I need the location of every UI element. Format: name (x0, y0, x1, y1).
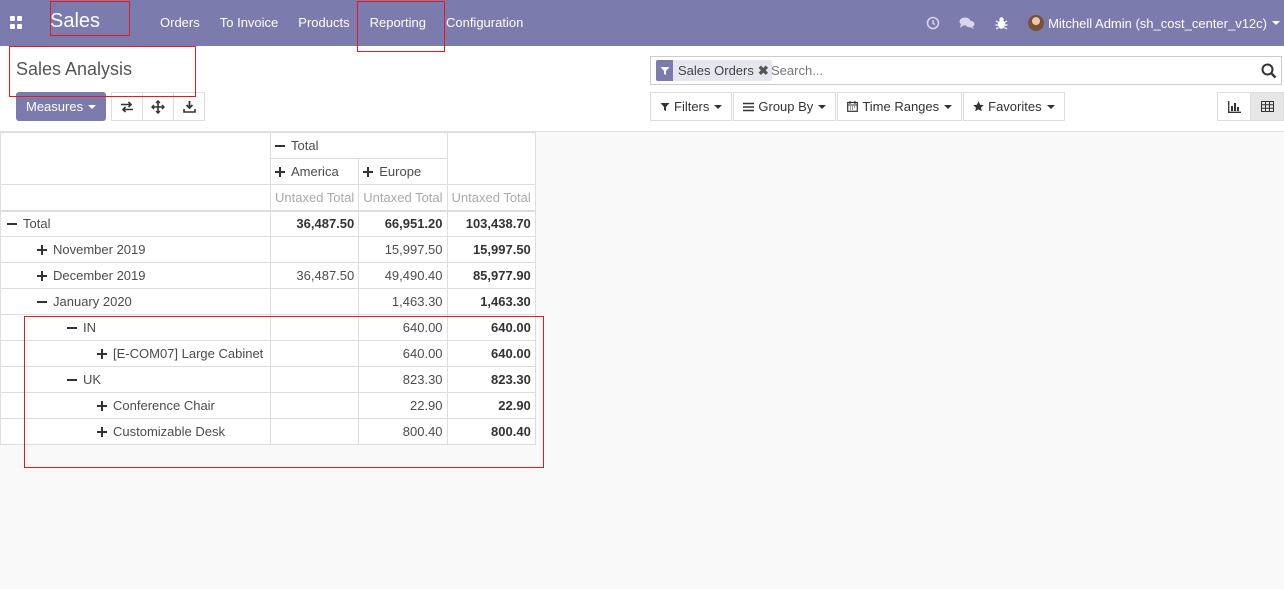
search-bar: Sales Orders ✖ (650, 56, 1282, 85)
highlight-box-brand (50, 1, 130, 36)
cell-america[interactable] (269, 236, 360, 263)
expand-icon (37, 245, 47, 255)
facet-label: Sales Orders (678, 63, 754, 78)
apps-menu-icon[interactable] (10, 16, 23, 29)
collapse-icon (37, 297, 47, 307)
chat-icon[interactable] (950, 0, 984, 46)
search-input[interactable] (771, 57, 1251, 84)
col-header-america[interactable]: America (269, 158, 360, 185)
group-by-label: Group By (758, 99, 814, 114)
chevron-down-icon (1046, 104, 1055, 109)
cell-europe[interactable]: 15,997.50 (358, 236, 448, 263)
highlight-box-rows (24, 316, 544, 468)
pivot-row: January 2020 1,463.30 1,463.30 (0, 288, 536, 315)
measures-label: Measures (26, 99, 84, 114)
chevron-down-icon (944, 104, 953, 109)
cell-america[interactable]: 36,487.50 (269, 210, 360, 237)
cell-total[interactable]: 1,463.30 (446, 288, 536, 315)
menu-products[interactable]: Products (288, 0, 359, 46)
graph-view-button[interactable] (1217, 92, 1251, 121)
cell-total[interactable]: 15,997.50 (446, 236, 536, 263)
bar-chart-icon (1227, 100, 1241, 113)
chevron-down-icon (818, 104, 827, 109)
time-ranges-label: Time Ranges (862, 99, 940, 114)
menu-to-invoice[interactable]: To Invoice (210, 0, 289, 46)
avatar (1028, 15, 1045, 31)
expand-icon (37, 271, 47, 281)
cell-europe[interactable]: 49,490.40 (358, 262, 448, 289)
star-icon (973, 101, 984, 112)
row-header[interactable]: January 2020 (0, 288, 271, 315)
cell-total[interactable]: 103,438.70 (446, 210, 536, 237)
measure-header[interactable]: Untaxed Total (446, 184, 536, 211)
user-menu[interactable]: Mitchell Admin (sh_cost_center_v12c) (1018, 15, 1284, 31)
exchange-icon (121, 100, 133, 113)
arrows-icon (151, 99, 165, 114)
pivot-view-button[interactable] (1250, 92, 1284, 121)
calendar-icon (847, 101, 859, 112)
row-header-label: November 2019 (53, 242, 146, 257)
chevron-down-icon (1272, 21, 1280, 25)
menu-orders[interactable]: Orders (150, 0, 210, 46)
filter-icon (660, 102, 670, 111)
pivot-corner-measure (0, 184, 271, 211)
cell-europe[interactable]: 66,951.20 (358, 210, 448, 237)
col-header-total[interactable]: Total (270, 132, 448, 159)
pivot-row: Total 36,487.50 66,951.20 103,438.70 (0, 210, 536, 237)
collapse-icon (275, 141, 285, 151)
filters-label: Filters (674, 99, 710, 114)
row-header[interactable]: Total (0, 210, 271, 237)
search-options: Filters Group By Time Ranges Favorites (650, 92, 1066, 121)
systray: Mitchell Admin (sh_cost_center_v12c) (916, 0, 1284, 46)
row-header[interactable]: November 2019 (0, 236, 271, 263)
cell-america[interactable]: 36,487.50 (269, 262, 360, 289)
favorites-button[interactable]: Favorites (963, 92, 1065, 121)
cell-europe[interactable]: 1,463.30 (358, 288, 448, 315)
col-header-blank (446, 132, 536, 185)
row-header-label: January 2020 (53, 294, 132, 309)
menu-configuration[interactable]: Configuration (436, 0, 533, 46)
row-header[interactable]: December 2019 (0, 262, 271, 289)
measure-header[interactable]: Untaxed Total (358, 184, 448, 211)
expand-icon (363, 167, 374, 177)
chevron-down-icon (714, 104, 723, 109)
top-navbar: Sales Orders To Invoice Products Reporti… (0, 0, 1284, 46)
row-header-label: December 2019 (53, 268, 146, 283)
close-icon[interactable]: ✖ (758, 60, 772, 81)
favorites-label: Favorites (988, 99, 1042, 114)
group-by-button[interactable]: Group By (733, 92, 837, 121)
download-icon (182, 101, 196, 113)
clock-icon[interactable] (916, 0, 950, 46)
search-facet[interactable]: Sales Orders ✖ (656, 60, 772, 81)
bug-icon[interactable] (984, 0, 1018, 46)
cell-america[interactable] (269, 288, 360, 315)
filters-button[interactable]: Filters (650, 92, 733, 121)
search-icon[interactable] (1261, 63, 1277, 82)
cell-total[interactable]: 85,977.90 (446, 262, 536, 289)
pivot-corner (0, 132, 271, 185)
highlight-box-reporting (357, 1, 445, 52)
chevron-down-icon (88, 104, 97, 109)
main-menu: Orders To Invoice Products Reporting Con… (150, 0, 533, 46)
pivot-row: November 2019 15,997.50 15,997.50 (0, 236, 536, 263)
pivot-row: December 2019 36,487.50 49,490.40 85,977.90 (0, 262, 536, 289)
expand-icon (275, 167, 285, 177)
collapse-icon (7, 219, 17, 229)
time-ranges-button[interactable]: Time Ranges (837, 92, 963, 121)
user-name: Mitchell Admin (sh_cost_center_v12c) (1048, 15, 1267, 31)
table-icon (1260, 101, 1274, 112)
measure-header[interactable]: Untaxed Total (269, 184, 360, 211)
col-header-europe[interactable]: Europe (358, 158, 448, 185)
filter-icon (656, 60, 673, 81)
view-switcher (1217, 92, 1284, 121)
bars-icon (743, 102, 755, 111)
highlight-box-title (9, 46, 196, 97)
row-header-label: Total (23, 216, 51, 232)
